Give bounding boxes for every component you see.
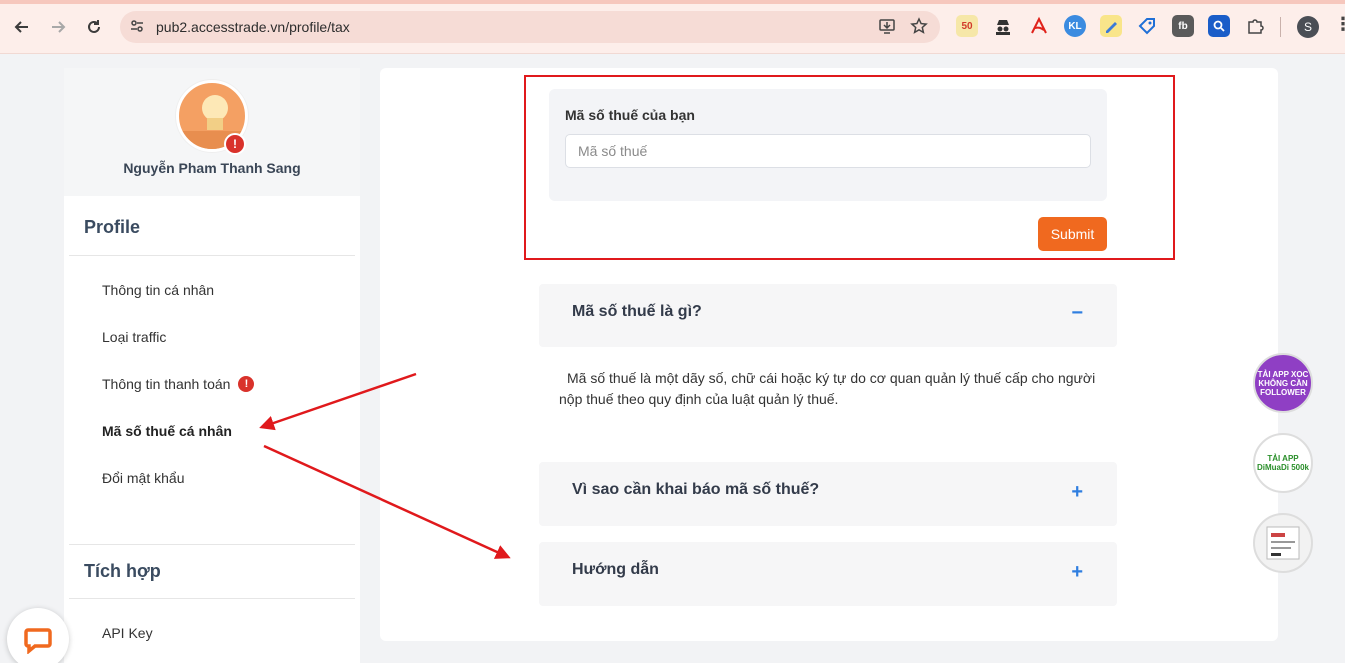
divider <box>69 255 355 256</box>
collapse-minus-icon[interactable]: − <box>1071 302 1083 325</box>
address-bar[interactable]: pub2.accesstrade.vn/profile/tax <box>120 11 940 43</box>
faq-title: Mã số thuế là gì? <box>572 303 702 320</box>
username: Nguyễn Pham Thanh Sang <box>123 160 301 176</box>
faq-item-guide[interactable]: Hướng dẫn + <box>539 542 1117 606</box>
extension-spy-icon[interactable] <box>992 15 1014 37</box>
site-settings-icon[interactable] <box>130 19 150 36</box>
extension-50-icon[interactable]: 50 <box>956 15 978 37</box>
sidebar-item-label: API Key <box>102 625 153 641</box>
browser-profile-avatar[interactable]: S <box>1297 16 1319 38</box>
extension-acrobat-icon[interactable] <box>1028 15 1050 37</box>
chat-support-button[interactable] <box>7 608 69 663</box>
section-title-profile: Profile <box>84 217 141 237</box>
sidebar-item-label: Thông tin thanh toán <box>102 376 231 392</box>
sidebar-item-change-password[interactable]: Đổi mật khẩu <box>102 470 184 486</box>
forward-arrow-icon[interactable] <box>45 14 71 40</box>
section-title-integration: Tích hợp <box>84 561 161 581</box>
sidebar-item-label: Thông tin cá nhân <box>102 282 215 298</box>
sidebar-item-label: Loại traffic <box>102 329 167 345</box>
expand-plus-icon[interactable]: + <box>1071 561 1083 584</box>
promo-badge-dimuadi[interactable]: TẢI APP DiMuaDi 500k <box>1253 433 1313 493</box>
profile-sidebar: ! Nguyễn Pham Thanh Sang Profile Thông t… <box>64 68 360 663</box>
expand-plus-icon[interactable]: + <box>1071 481 1083 504</box>
toolbar-separator <box>1280 17 1281 37</box>
faq-item-what-is-tax-code[interactable]: Mã số thuế là gì? − <box>539 284 1117 347</box>
back-arrow-icon[interactable] <box>9 14 35 40</box>
extensions-puzzle-icon[interactable] <box>1244 15 1266 37</box>
promo-badge-screenshot[interactable] <box>1253 513 1313 573</box>
divider <box>69 598 355 599</box>
url-text: pub2.accesstrade.vn/profile/tax <box>156 19 350 35</box>
chat-bubble-icon <box>24 628 52 654</box>
avatar-warning-icon: ! <box>224 133 246 155</box>
faq-item-why-declare[interactable]: Vì sao cần khai báo mã số thuế? + <box>539 462 1117 526</box>
sidebar-item-payment-info[interactable]: Thông tin thanh toán ! <box>102 376 255 392</box>
annotation-highlight-box <box>524 75 1175 260</box>
extension-search-icon[interactable] <box>1208 15 1230 37</box>
sidebar-item-label: Mã số thuế cá nhân <box>102 423 232 439</box>
user-header: ! Nguyễn Pham Thanh Sang <box>64 68 360 196</box>
extension-pen-icon[interactable] <box>1100 15 1122 37</box>
browser-menu-icon[interactable]: ⋮ <box>1334 14 1345 35</box>
extension-fb-icon[interactable]: fb <box>1172 15 1194 37</box>
sidebar-item-tax-code[interactable]: Mã số thuế cá nhân <box>102 423 232 439</box>
tab-strip <box>0 0 1345 4</box>
warning-icon: ! <box>238 376 255 392</box>
sidebar-item-label: Đổi mật khẩu <box>102 470 185 486</box>
sidebar-item-personal-info[interactable]: Thông tin cá nhân <box>102 282 214 298</box>
reload-icon[interactable] <box>81 14 107 40</box>
browser-toolbar: pub2.accesstrade.vn/profile/tax 50 KL fb <box>0 0 1345 54</box>
faq-title: Hướng dẫn <box>572 561 659 578</box>
extension-kl-icon[interactable]: KL <box>1064 15 1086 37</box>
divider <box>69 544 355 545</box>
extension-tag-icon[interactable] <box>1136 15 1158 37</box>
sidebar-item-traffic-type[interactable]: Loại traffic <box>102 329 166 345</box>
faq-title: Vì sao cần khai báo mã số thuế? <box>572 481 820 498</box>
faq-answer: Mã số thuế là một dãy số, chữ cái hoặc k… <box>559 370 1096 407</box>
sidebar-item-api-key[interactable]: API Key <box>102 625 153 641</box>
install-app-icon[interactable] <box>878 17 896 40</box>
bookmark-star-icon[interactable] <box>910 17 928 40</box>
promo-badge-xoc[interactable]: TẢI APP XOC KHÔNG CẦN FOLLOWER <box>1253 353 1313 413</box>
